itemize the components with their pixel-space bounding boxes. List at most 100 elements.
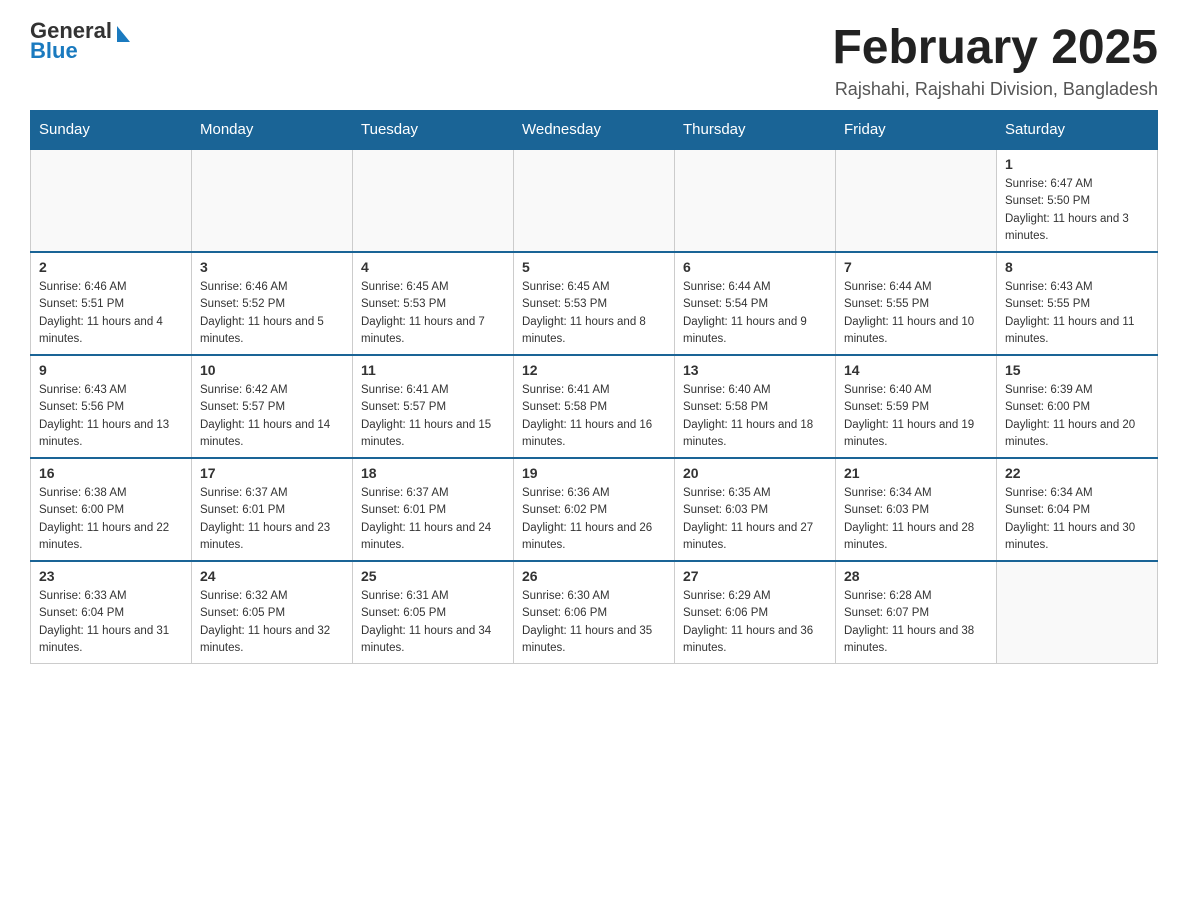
day-info: Sunrise: 6:41 AM Sunset: 5:58 PM Dayligh… [522, 382, 666, 451]
page-subtitle: Rajshahi, Rajshahi Division, Bangladesh [832, 79, 1158, 100]
day-number: 24 [200, 568, 344, 584]
logo-arrow-icon [117, 26, 130, 42]
calendar-cell: 7 Sunrise: 6:44 AM Sunset: 5:55 PM Daylig… [836, 252, 997, 355]
day-number: 27 [683, 568, 827, 584]
day-number: 3 [200, 259, 344, 275]
calendar-cell: 12 Sunrise: 6:41 AM Sunset: 5:58 PM Dayli… [514, 355, 675, 458]
calendar-cell: 21 Sunrise: 6:34 AM Sunset: 6:03 PM Dayli… [836, 458, 997, 561]
calendar-week-row: 16Sunrise: 6:38 AM Sunset: 6:00 PM Dayli… [31, 458, 1158, 561]
calendar-cell: 17Sunrise: 6:37 AM Sunset: 6:01 PM Dayli… [192, 458, 353, 561]
day-info: Sunrise: 6:46 AM Sunset: 5:51 PM Dayligh… [39, 279, 183, 348]
calendar-cell [836, 149, 997, 252]
day-info: Sunrise: 6:44 AM Sunset: 5:54 PM Dayligh… [683, 279, 827, 348]
calendar-cell [353, 149, 514, 252]
calendar-cell: 4 Sunrise: 6:45 AM Sunset: 5:53 PM Daylig… [353, 252, 514, 355]
day-info: Sunrise: 6:45 AM Sunset: 5:53 PM Dayligh… [522, 279, 666, 348]
calendar-cell: 27 Sunrise: 6:29 AM Sunset: 6:06 PM Dayli… [675, 561, 836, 664]
day-info: Sunrise: 6:43 AM Sunset: 5:56 PM Dayligh… [39, 382, 183, 451]
day-number: 21 [844, 465, 988, 481]
day-info: Sunrise: 6:30 AM Sunset: 6:06 PM Dayligh… [522, 588, 666, 657]
calendar-cell: 1 Sunrise: 6:47 AM Sunset: 5:50 PM Daylig… [997, 149, 1158, 252]
calendar-cell: 26 Sunrise: 6:30 AM Sunset: 6:06 PM Dayli… [514, 561, 675, 664]
day-info: Sunrise: 6:34 AM Sunset: 6:04 PM Dayligh… [1005, 485, 1149, 554]
day-info: Sunrise: 6:44 AM Sunset: 5:55 PM Dayligh… [844, 279, 988, 348]
logo-blue-text: Blue [30, 38, 78, 63]
calendar-cell: 15Sunrise: 6:39 AM Sunset: 6:00 PM Dayli… [997, 355, 1158, 458]
day-info: Sunrise: 6:40 AM Sunset: 5:59 PM Dayligh… [844, 382, 988, 451]
day-info: Sunrise: 6:33 AM Sunset: 6:04 PM Dayligh… [39, 588, 183, 657]
day-info: Sunrise: 6:38 AM Sunset: 6:00 PM Dayligh… [39, 485, 183, 554]
day-number: 10 [200, 362, 344, 378]
day-number: 2 [39, 259, 183, 275]
day-number: 22 [1005, 465, 1149, 481]
day-info: Sunrise: 6:45 AM Sunset: 5:53 PM Dayligh… [361, 279, 505, 348]
logo: General Blue [30, 20, 130, 64]
day-number: 20 [683, 465, 827, 481]
day-info: Sunrise: 6:35 AM Sunset: 6:03 PM Dayligh… [683, 485, 827, 554]
page-header: General Blue February 2025 Rajshahi, Raj… [30, 20, 1158, 100]
calendar-cell: 13 Sunrise: 6:40 AM Sunset: 5:58 PM Dayli… [675, 355, 836, 458]
day-number: 25 [361, 568, 505, 584]
calendar-cell: 6 Sunrise: 6:44 AM Sunset: 5:54 PM Daylig… [675, 252, 836, 355]
calendar-cell: 3 Sunrise: 6:46 AM Sunset: 5:52 PM Daylig… [192, 252, 353, 355]
calendar-cell: 18Sunrise: 6:37 AM Sunset: 6:01 PM Dayli… [353, 458, 514, 561]
calendar-header-tuesday: Tuesday [353, 111, 514, 150]
calendar-cell: 28Sunrise: 6:28 AM Sunset: 6:07 PM Dayli… [836, 561, 997, 664]
day-number: 17 [200, 465, 344, 481]
day-info: Sunrise: 6:41 AM Sunset: 5:57 PM Dayligh… [361, 382, 505, 451]
calendar-cell: 16Sunrise: 6:38 AM Sunset: 6:00 PM Dayli… [31, 458, 192, 561]
calendar-cell: 9 Sunrise: 6:43 AM Sunset: 5:56 PM Daylig… [31, 355, 192, 458]
calendar-cell: 23 Sunrise: 6:33 AM Sunset: 6:04 PM Dayli… [31, 561, 192, 664]
day-info: Sunrise: 6:47 AM Sunset: 5:50 PM Dayligh… [1005, 176, 1149, 245]
day-info: Sunrise: 6:43 AM Sunset: 5:55 PM Dayligh… [1005, 279, 1149, 348]
calendar-cell: 10 Sunrise: 6:42 AM Sunset: 5:57 PM Dayli… [192, 355, 353, 458]
day-number: 14 [844, 362, 988, 378]
day-info: Sunrise: 6:29 AM Sunset: 6:06 PM Dayligh… [683, 588, 827, 657]
calendar-header-monday: Monday [192, 111, 353, 150]
calendar-week-row: 9 Sunrise: 6:43 AM Sunset: 5:56 PM Daylig… [31, 355, 1158, 458]
calendar-cell: 25Sunrise: 6:31 AM Sunset: 6:05 PM Dayli… [353, 561, 514, 664]
day-number: 4 [361, 259, 505, 275]
day-number: 23 [39, 568, 183, 584]
calendar-week-row: 2 Sunrise: 6:46 AM Sunset: 5:51 PM Daylig… [31, 252, 1158, 355]
day-number: 11 [361, 362, 505, 378]
calendar-cell: 24Sunrise: 6:32 AM Sunset: 6:05 PM Dayli… [192, 561, 353, 664]
calendar-week-row: 23 Sunrise: 6:33 AM Sunset: 6:04 PM Dayli… [31, 561, 1158, 664]
title-section: February 2025 Rajshahi, Rajshahi Divisio… [832, 20, 1158, 100]
calendar-cell: 22 Sunrise: 6:34 AM Sunset: 6:04 PM Dayli… [997, 458, 1158, 561]
day-number: 12 [522, 362, 666, 378]
day-number: 6 [683, 259, 827, 275]
calendar-table: SundayMondayTuesdayWednesdayThursdayFrid… [30, 110, 1158, 664]
calendar-header-wednesday: Wednesday [514, 111, 675, 150]
calendar-header-row: SundayMondayTuesdayWednesdayThursdayFrid… [31, 111, 1158, 150]
calendar-cell [514, 149, 675, 252]
calendar-week-row: 1 Sunrise: 6:47 AM Sunset: 5:50 PM Daylig… [31, 149, 1158, 252]
day-number: 1 [1005, 156, 1149, 172]
calendar-cell: 14 Sunrise: 6:40 AM Sunset: 5:59 PM Dayli… [836, 355, 997, 458]
calendar-cell: 5Sunrise: 6:45 AM Sunset: 5:53 PM Daylig… [514, 252, 675, 355]
calendar-cell: 19 Sunrise: 6:36 AM Sunset: 6:02 PM Dayli… [514, 458, 675, 561]
day-info: Sunrise: 6:40 AM Sunset: 5:58 PM Dayligh… [683, 382, 827, 451]
calendar-cell: 8Sunrise: 6:43 AM Sunset: 5:55 PM Daylig… [997, 252, 1158, 355]
day-number: 19 [522, 465, 666, 481]
day-number: 18 [361, 465, 505, 481]
calendar-cell [997, 561, 1158, 664]
calendar-header-saturday: Saturday [997, 111, 1158, 150]
calendar-cell [192, 149, 353, 252]
calendar-cell [675, 149, 836, 252]
day-number: 26 [522, 568, 666, 584]
day-info: Sunrise: 6:39 AM Sunset: 6:00 PM Dayligh… [1005, 382, 1149, 451]
calendar-cell: 11 Sunrise: 6:41 AM Sunset: 5:57 PM Dayli… [353, 355, 514, 458]
day-number: 9 [39, 362, 183, 378]
calendar-cell [31, 149, 192, 252]
calendar-header-sunday: Sunday [31, 111, 192, 150]
day-info: Sunrise: 6:34 AM Sunset: 6:03 PM Dayligh… [844, 485, 988, 554]
calendar-header-friday: Friday [836, 111, 997, 150]
calendar-cell: 20 Sunrise: 6:35 AM Sunset: 6:03 PM Dayli… [675, 458, 836, 561]
day-info: Sunrise: 6:42 AM Sunset: 5:57 PM Dayligh… [200, 382, 344, 451]
day-info: Sunrise: 6:46 AM Sunset: 5:52 PM Dayligh… [200, 279, 344, 348]
day-number: 13 [683, 362, 827, 378]
day-number: 7 [844, 259, 988, 275]
calendar-header-thursday: Thursday [675, 111, 836, 150]
day-info: Sunrise: 6:36 AM Sunset: 6:02 PM Dayligh… [522, 485, 666, 554]
